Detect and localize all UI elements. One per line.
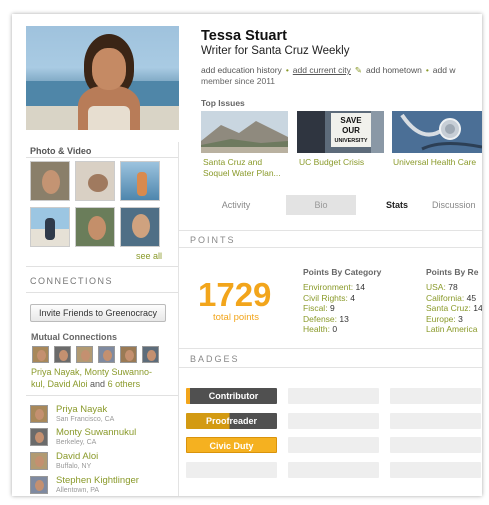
mutual-names-line-1[interactable]: Priya Nayak, Monty Suwanno- (31, 367, 152, 377)
friend-location: Allentown, PA (56, 487, 100, 494)
left-column: Photo & Video see all CONNECTIONS Invite… (12, 14, 179, 496)
category-row: Health: 0 (303, 324, 338, 334)
friend-location: Berkeley, CA (56, 439, 97, 446)
add-work-link[interactable]: add w (433, 65, 456, 75)
add-hometown-link[interactable]: add hometown (366, 65, 422, 75)
category-row: Fiscal: 9 (303, 303, 335, 313)
mutual-connections-names: Priya Nayak, Monty Suwanno- kul, David A… (31, 366, 171, 390)
region-row: Santa Cruz: 14 (426, 303, 482, 313)
tab-bio[interactable]: Bio (286, 195, 356, 215)
mutual-and-text: and (90, 379, 106, 389)
connections-heading: CONNECTIONS (30, 276, 114, 286)
badge-slot-empty (288, 388, 379, 404)
profile-links: add education history • add current city ✎ a… (201, 65, 456, 75)
category-row: Defense: 13 (303, 313, 349, 324)
friend-name[interactable]: David Aloi (56, 451, 98, 462)
category-row: Civil Rights: 4 (303, 292, 355, 303)
top-issues-heading: Top Issues (201, 98, 245, 108)
add-education-link[interactable]: add education history (201, 65, 282, 75)
column-divider (178, 142, 179, 496)
friend-location: Buffalo, NY (56, 463, 92, 470)
member-since: member since 2011 (201, 76, 276, 86)
photo-thumb[interactable] (30, 207, 70, 247)
photo-video-heading: Photo & Video (30, 146, 92, 156)
issue-caption-water[interactable]: Santa Cruz and Soquel Water Plan... (203, 157, 281, 179)
friend-location: San Francisco, CA (56, 416, 115, 423)
points-by-category-list: Environment: 14 Civil Rights: 4 Fiscal: … (303, 282, 365, 335)
mutual-avatar[interactable] (76, 346, 93, 363)
badges-heading: BADGES (190, 354, 240, 364)
badge-contributor[interactable]: Contributor (186, 388, 277, 404)
photo-thumb[interactable] (30, 161, 70, 201)
profile-photo[interactable] (26, 26, 179, 130)
issue-caption-budget[interactable]: UC Budget Crisis (299, 157, 364, 168)
region-row: USA: 78 (426, 282, 458, 292)
tab-discussion[interactable]: Discussion (432, 195, 482, 215)
total-points-number: 1729 (198, 276, 272, 313)
friend-name[interactable]: Stephen Kightlinger (56, 475, 139, 486)
photo-thumb[interactable] (120, 161, 160, 201)
photo-thumb[interactable] (75, 161, 115, 201)
mutual-names-line-2[interactable]: kul, David Aloi (31, 379, 88, 389)
sign-text-save: SAVE (340, 116, 362, 125)
profile-tabs: Activity Bio Stats Discussion (190, 195, 482, 215)
points-by-category-heading: Points By Category (303, 267, 382, 277)
region-row: California: 45 (426, 292, 477, 303)
mutual-others-link[interactable]: 6 others (108, 379, 141, 389)
invite-friends-button[interactable]: Invite Friends to Greenocracy (30, 304, 166, 322)
photo-thumb[interactable] (75, 207, 115, 247)
see-all-link[interactable]: see all (136, 251, 162, 261)
points-by-region-list: USA: 78 California: 45 Santa Cruz: 14 Eu… (426, 282, 482, 335)
badge-slot-empty (390, 413, 481, 429)
badge-slot-empty (288, 437, 379, 453)
mutual-avatar[interactable] (120, 346, 137, 363)
add-current-city-link[interactable]: add current city (293, 65, 351, 75)
badge-civic-duty[interactable]: Civic Duty (186, 437, 277, 453)
list-item[interactable]: Stephen Kightlinger Allentown, PA (30, 475, 175, 496)
tab-stats[interactable]: Stats (372, 195, 422, 215)
friend-name[interactable]: Monty Suwannukul (56, 427, 136, 438)
profile-page: Photo & Video see all CONNECTIONS Invite… (12, 14, 482, 496)
mutual-avatar[interactable] (142, 346, 159, 363)
list-item[interactable]: Monty Suwannukul Berkeley, CA (30, 427, 175, 453)
sign-text-university: UNIVERSITY (334, 138, 367, 144)
badge-slot-empty (390, 388, 481, 404)
region-row: Latin America (426, 324, 478, 334)
mutual-avatar[interactable] (98, 346, 115, 363)
issue-caption-health[interactable]: Universal Health Care (393, 157, 476, 168)
avatar[interactable] (30, 452, 48, 470)
total-points-label: total points (213, 312, 259, 323)
avatar[interactable] (30, 476, 48, 494)
points-heading: POINTS (190, 235, 236, 245)
badge-slot-empty (390, 437, 481, 453)
avatar[interactable] (30, 428, 48, 446)
profile-name: Tessa Stuart (201, 28, 287, 44)
mutual-avatar[interactable] (32, 346, 49, 363)
friend-name[interactable]: Priya Nayak (56, 404, 107, 415)
badge-slot-empty (390, 462, 481, 478)
mutual-connections-heading: Mutual Connections (31, 332, 117, 342)
category-row: Environment: 14 (303, 282, 365, 292)
pencil-icon: ✎ (354, 65, 363, 75)
badge-slot-empty (186, 462, 277, 478)
badge-slot-empty (288, 462, 379, 478)
tab-activity[interactable]: Activity (208, 195, 264, 215)
issue-image-water[interactable] (201, 111, 288, 153)
list-item[interactable]: David Aloi Buffalo, NY (30, 451, 175, 477)
issue-image-budget[interactable]: SAVE OUR UNIVERSITY (297, 111, 384, 153)
badge-slot-empty (288, 413, 379, 429)
badge-proofreader[interactable]: Proofreader (186, 413, 277, 429)
sign-text-our: OUR (342, 126, 360, 135)
points-by-region-heading: Points By Re (426, 267, 479, 277)
photo-thumb[interactable] (120, 207, 160, 247)
region-row: Europe: 3 (426, 313, 463, 324)
profile-title: Writer for Santa Cruz Weekly (201, 45, 350, 57)
issue-image-health[interactable] (392, 111, 482, 153)
mutual-avatar[interactable] (54, 346, 71, 363)
avatar[interactable] (30, 405, 48, 423)
